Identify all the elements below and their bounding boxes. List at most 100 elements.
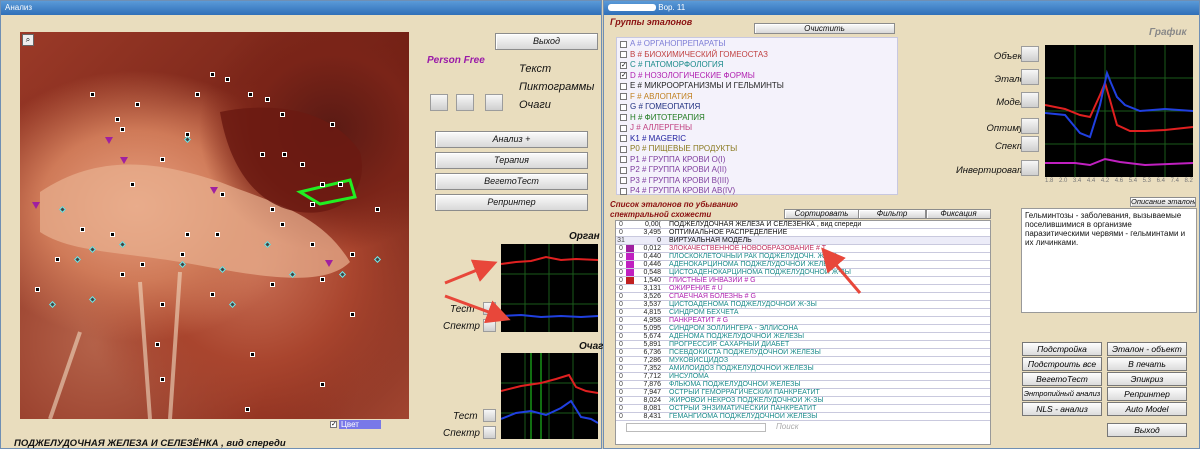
group-item[interactable]: B # БИОХИМИЧЕСКИЙ ГОМЕОСТАЗ <box>620 50 894 61</box>
focus-marker-square[interactable] <box>115 117 120 122</box>
group-checkbox[interactable] <box>620 177 627 185</box>
therapy-button[interactable]: Терапия <box>435 152 588 169</box>
focus-marker-square[interactable] <box>248 92 253 97</box>
focus-marker-square[interactable] <box>80 227 85 232</box>
focus-marker-square[interactable] <box>330 122 335 127</box>
etalon-list[interactable]: 0 0,00(ПОДЖЕЛУДОЧНАЯ ЖЕЛЕЗА И СЕЛЕЗЁНКА ,… <box>615 220 991 445</box>
group-item[interactable]: F # АВЛОПАТИЯ <box>620 92 894 103</box>
analysis-button[interactable]: Анализ + <box>435 131 588 148</box>
table-row[interactable]: 0 5,674 АДЕНОМА ПОДЖЕЛУДОЧНОЙ ЖЕЛЕЗЫ <box>616 332 990 341</box>
group-item[interactable]: H # ФИТОТЕРАПИЯ <box>620 113 894 124</box>
graph-option-toggle[interactable] <box>1021 118 1039 134</box>
focus-marker-square[interactable] <box>320 382 325 387</box>
focus-marker-square[interactable] <box>250 352 255 357</box>
focus-marker-square[interactable] <box>130 182 135 187</box>
organ-test-toggle[interactable] <box>483 302 496 315</box>
focus-marker-triangle[interactable] <box>105 137 113 144</box>
focus-marker-square[interactable] <box>210 292 215 297</box>
table-row[interactable]: 0 7,352 АМИЛОИДОЗ ПОДЖЕЛУДОЧНОЙ ЖЕЛЕЗЫ <box>616 364 990 373</box>
clear-button[interactable]: Очистить <box>754 23 895 34</box>
filter-button[interactable]: Фильтр <box>858 209 926 219</box>
focus-marker-square[interactable] <box>35 287 40 292</box>
focus-marker-square[interactable] <box>282 152 287 157</box>
reprinter-right-button[interactable]: Репринтер <box>1107 387 1187 401</box>
focus-marker-square[interactable] <box>160 302 165 307</box>
table-row[interactable]: 0 3,495 ОПТИМАЛЬНОЕ РАСПРЕДЕЛЕНИЕ <box>616 228 990 237</box>
focus-marker-triangle[interactable] <box>325 260 333 267</box>
group-item[interactable]: P2 # ГРУППА КРОВИ A(II) <box>620 165 894 176</box>
exit-button[interactable]: Выход <box>495 33 598 50</box>
table-row[interactable]: 0 8,431 ГЕМАНГИОМА ПОДЖЕЛУДОЧНОЙ ЖЕЛЕЗЫ <box>616 412 990 421</box>
table-row[interactable]: 0 7,712 ИНСУЛОМА <box>616 372 990 381</box>
foci-toggle[interactable] <box>485 94 503 111</box>
focus-marker-square[interactable] <box>270 207 275 212</box>
group-checkbox[interactable]: ✓ <box>620 72 627 80</box>
focus-marker-square[interactable] <box>220 192 225 197</box>
focus-marker-square[interactable] <box>160 377 165 382</box>
table-row[interactable]: 0 8,024 ЖИРОВОЙ НЕКРОЗ ПОДЖЕЛУДОЧНОЙ Ж-ЗЫ <box>616 396 990 405</box>
entropy-analysis-button[interactable]: Энтропийный анализ <box>1022 387 1102 401</box>
color-checkbox[interactable]: ✓ Цвет <box>330 420 381 429</box>
graph-option-toggle[interactable] <box>1021 160 1039 176</box>
auto-model-button[interactable]: Auto Model <box>1107 402 1187 416</box>
focus-marker-square[interactable] <box>265 97 270 102</box>
focus-marker-square[interactable] <box>135 102 140 107</box>
table-row[interactable]: 0 5,095 СИНДРОМ ЗОЛЛИНГЕРА - ЭЛЛИСОНА <box>616 324 990 333</box>
group-item[interactable]: P3 # ГРУППА КРОВИ B(III) <box>620 176 894 187</box>
focus-marker-square[interactable] <box>280 112 285 117</box>
focus-marker-square[interactable] <box>280 222 285 227</box>
group-item[interactable]: ✓ D # НОЗОЛОГИЧЕСКИЕ ФОРМЫ <box>620 71 894 82</box>
table-row[interactable]: 0 0,548 ЦИСТОАДЕНОКАРЦИНОМА ПОДЖЕЛУДОЧНОЙ … <box>616 268 990 277</box>
focus-marker-square[interactable] <box>350 312 355 317</box>
group-item[interactable]: K1 # MAGERIC <box>620 134 894 145</box>
organ-spectr-toggle[interactable] <box>483 319 496 332</box>
table-row[interactable]: 0 7,876 ФЛЬЮМА ПОДЖЕЛУДОЧНОЙ ЖЕЛЕЗЫ <box>616 380 990 389</box>
group-checkbox[interactable] <box>620 135 627 143</box>
group-checkbox[interactable] <box>620 187 627 195</box>
focus-marker-square[interactable] <box>210 72 215 77</box>
focus-marker-square[interactable] <box>120 127 125 132</box>
print-button[interactable]: В печать <box>1107 357 1187 371</box>
table-row[interactable]: 0 8,081 ОСТРЫЙ ЭНЗИМАТИЧЕСКИЙ ПАНКРЕАТИТ <box>616 404 990 413</box>
group-item[interactable]: P4 # ГРУППА КРОВИ AB(IV) <box>620 186 894 197</box>
focus-marker-square[interactable] <box>160 157 165 162</box>
focus-marker-square[interactable] <box>215 232 220 237</box>
focus-marker-square[interactable] <box>90 92 95 97</box>
focus-marker-square[interactable] <box>110 232 115 237</box>
group-item[interactable]: J # АЛЛЕРГЕНЫ <box>620 123 894 134</box>
focus-marker-square[interactable] <box>375 207 380 212</box>
table-row[interactable]: 0 1,540 ГЛИСТНЫЕ ИНВАЗИИ # G <box>616 276 990 285</box>
adjust-all-button[interactable]: Подстроить все <box>1022 357 1102 371</box>
table-row[interactable]: 31 0 ВИРТУАЛЬНАЯ МОДЕЛЬ <box>616 236 990 245</box>
group-checkbox[interactable] <box>620 103 627 111</box>
anatomy-image[interactable]: ⌕ <box>20 32 409 419</box>
focus-marker-square[interactable] <box>338 182 343 187</box>
description-button[interactable]: Описание эталона <box>1130 197 1196 207</box>
etalon-object-button[interactable]: Эталон - объект <box>1107 342 1187 356</box>
focus-marker-square[interactable] <box>185 232 190 237</box>
group-checkbox[interactable] <box>620 145 627 153</box>
graph-option-toggle[interactable] <box>1021 136 1039 152</box>
nls-analysis-button[interactable]: NLS - анализ <box>1022 402 1102 416</box>
table-row[interactable]: 0 3,537 ЦИСТОАДЕНОМА ПОДЖЕЛУДОЧНОЙ Ж-ЗЫ <box>616 300 990 309</box>
group-checkbox[interactable]: ✓ <box>620 61 627 69</box>
group-checkbox[interactable] <box>620 124 627 132</box>
table-row[interactable]: 0 0,00(ПОДЖЕЛУДОЧНАЯ ЖЕЛЕЗА И СЕЛЕЗЁНКА ,… <box>616 221 990 229</box>
focus-marker-square[interactable] <box>310 242 315 247</box>
focus-marker-triangle[interactable] <box>32 202 40 209</box>
group-checkbox[interactable] <box>620 93 627 101</box>
focus-marker-square[interactable] <box>180 252 185 257</box>
table-row[interactable]: 0 6,736 ПСЕВДОКИСТА ПОДЖЕЛУДОЧНОЙ ЖЕЛЕЗЫ <box>616 348 990 357</box>
focus-marker-square[interactable] <box>245 407 250 412</box>
graph-option-toggle[interactable] <box>1021 69 1039 85</box>
epicrisis-button[interactable]: Эпикриз <box>1107 372 1187 386</box>
search-field[interactable] <box>626 423 766 432</box>
group-checkbox[interactable] <box>620 51 627 59</box>
focus-marker-square[interactable] <box>155 342 160 347</box>
group-checkbox[interactable] <box>620 156 627 164</box>
focus-marker-square[interactable] <box>260 152 265 157</box>
zoom-icon[interactable]: ⌕ <box>22 34 34 46</box>
focus-marker-square[interactable] <box>195 92 200 97</box>
foci-spectr-toggle[interactable] <box>483 426 496 439</box>
focus-marker-square[interactable] <box>310 202 315 207</box>
